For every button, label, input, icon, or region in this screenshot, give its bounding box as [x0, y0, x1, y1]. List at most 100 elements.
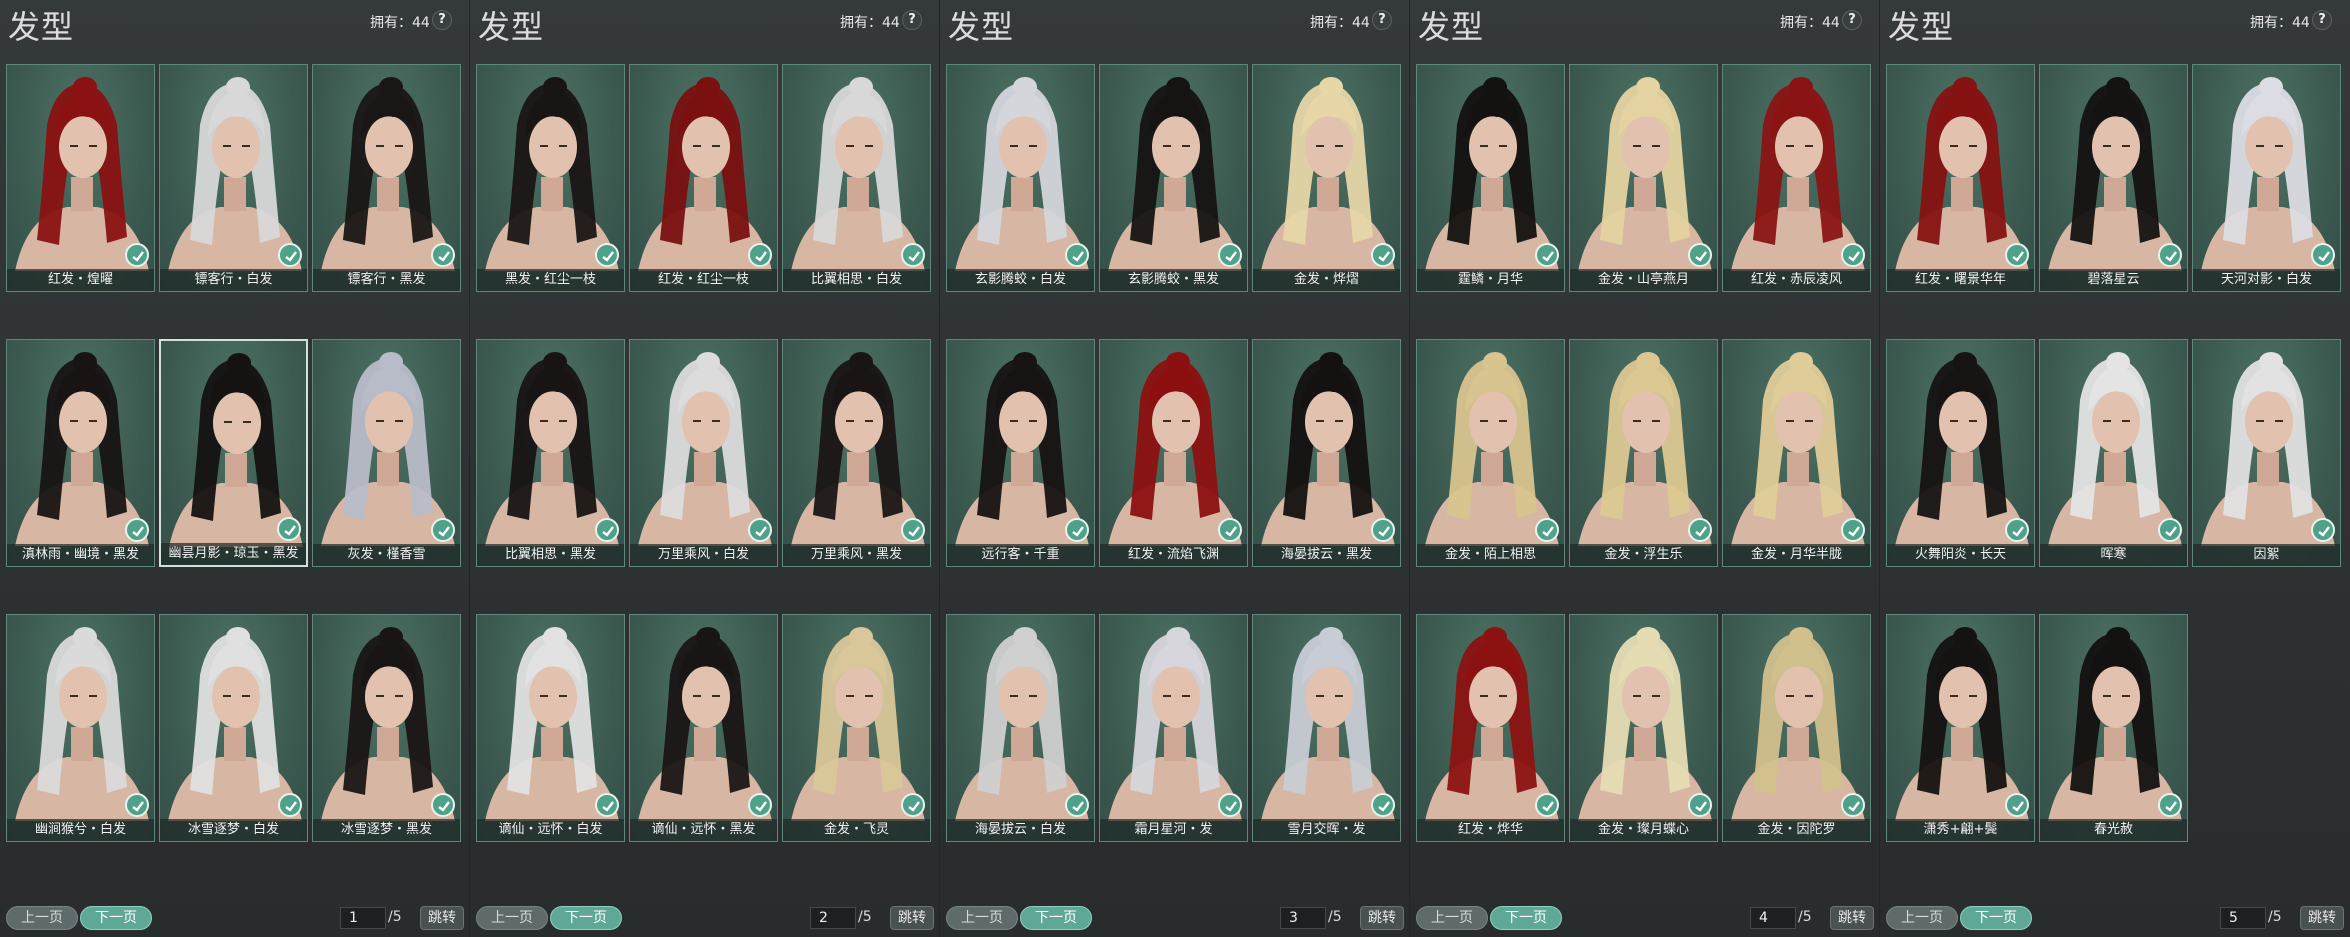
hairstyle-card[interactable]: 霆鳞・月华 [1416, 64, 1565, 292]
hairstyle-card[interactable]: 滇林雨・幽境・黑发 [6, 339, 155, 567]
hairstyle-card[interactable]: 金发・飞灵 [782, 614, 931, 842]
character-portrait [791, 627, 925, 821]
character-portrait [1108, 77, 1242, 271]
character-portrait [955, 77, 1089, 271]
hairstyle-card[interactable]: 潇秀+翩+鬓 [1886, 614, 2035, 842]
hairstyle-panel-page-3: 发型 拥有：44? 玄影腾蛟・白发 玄影腾蛟・黑发 金发・烨熠远行客・千重 红发・流焰飞渊… [940, 0, 1410, 937]
owned-check-icon [748, 793, 772, 817]
hairstyle-card[interactable]: 镖客行・白发 [159, 64, 308, 292]
hairstyle-card[interactable]: 镖客行・黑发 [312, 64, 461, 292]
jump-button[interactable]: 跳转 [2300, 906, 2344, 930]
character-portrait [1578, 77, 1712, 271]
next-page-button[interactable]: 下一页 [550, 906, 622, 930]
help-button[interactable]: ? [1842, 10, 1862, 30]
page-total: /5 [1798, 909, 1812, 925]
hairstyle-name: 金发・浮生乐 [1570, 544, 1717, 566]
hairstyle-name: 金发・璨月蝶心 [1570, 819, 1717, 841]
page-number-input[interactable]: 3 [1280, 907, 1326, 929]
next-page-button[interactable]: 下一页 [80, 906, 152, 930]
hairstyle-card[interactable]: 金发・山亭燕月 [1569, 64, 1718, 292]
hairstyle-card[interactable]: 黑发・红尘一枝 [476, 64, 625, 292]
hairstyle-name: 滇林雨・幽境・黑发 [7, 544, 154, 566]
character-portrait [1425, 627, 1559, 821]
hairstyle-card[interactable]: 万里乘风・黑发 [782, 339, 931, 567]
prev-page-button[interactable]: 上一页 [6, 906, 78, 930]
character-portrait [485, 352, 619, 546]
hairstyle-card[interactable]: 万里乘风・白发 [629, 339, 778, 567]
hairstyle-name: 金发・烨熠 [1253, 269, 1400, 291]
hairstyle-card[interactable]: 冰雪逐梦・黑发 [312, 614, 461, 842]
hairstyle-card[interactable]: 比翼相思・白发 [782, 64, 931, 292]
hairstyle-card[interactable]: 冰雪逐梦・白发 [159, 614, 308, 842]
hairstyle-card[interactable]: 比翼相思・黑发 [476, 339, 625, 567]
prev-page-button[interactable]: 上一页 [476, 906, 548, 930]
page-number-input[interactable]: 2 [810, 907, 856, 929]
next-page-button[interactable]: 下一页 [1490, 906, 1562, 930]
hairstyle-name: 谪仙・远怀・白发 [477, 819, 624, 841]
hairstyle-card[interactable]: 幽涧猴兮・白发 [6, 614, 155, 842]
hairstyle-card[interactable]: 红发・曙景华年 [1886, 64, 2035, 292]
page-total: /5 [388, 909, 402, 925]
character-portrait [1731, 627, 1865, 821]
page-number-input[interactable]: 5 [2220, 907, 2266, 929]
hairstyle-card[interactable]: 远行客・千重 [946, 339, 1095, 567]
page-number-input[interactable]: 4 [1750, 907, 1796, 929]
hairstyle-card[interactable]: 红发・赤辰凌风 [1722, 64, 1871, 292]
hairstyle-card[interactable]: 因絮 [2192, 339, 2341, 567]
hairstyle-card[interactable]: 海晏拔云・黑发 [1252, 339, 1401, 567]
help-button[interactable]: ? [432, 10, 452, 30]
hairstyle-card[interactable]: 霜月星河・发 [1099, 614, 1248, 842]
owned-check-icon [1065, 793, 1089, 817]
hairstyle-card[interactable]: 火舞阳炎・长天 [1886, 339, 2035, 567]
panel-title: 发型 [948, 8, 1015, 46]
help-button[interactable]: ? [902, 10, 922, 30]
page-number-input[interactable]: 1 [340, 907, 386, 929]
panel-title: 发型 [478, 8, 545, 46]
hairstyle-card[interactable]: 金发・烨熠 [1252, 64, 1401, 292]
help-button[interactable]: ? [2312, 10, 2332, 30]
owned-check-icon [431, 518, 455, 542]
hairstyle-card[interactable]: 金发・陌上相思 [1416, 339, 1565, 567]
prev-page-button[interactable]: 上一页 [1416, 906, 1488, 930]
hairstyle-card[interactable]: 玄影腾蛟・黑发 [1099, 64, 1248, 292]
hairstyle-card[interactable]: 红发・煌曜 [6, 64, 155, 292]
owned-check-icon [1535, 793, 1559, 817]
next-page-button[interactable]: 下一页 [1020, 906, 1092, 930]
hairstyle-card[interactable]: 灰发・槿香雪 [312, 339, 461, 567]
hairstyle-card[interactable]: 金发・浮生乐 [1569, 339, 1718, 567]
next-page-button[interactable]: 下一页 [1960, 906, 2032, 930]
hairstyle-name: 红发・烨华 [1417, 819, 1564, 841]
hairstyle-card[interactable]: 碧落星云 [2039, 64, 2188, 292]
hairstyle-card[interactable]: 晖寒 [2039, 339, 2188, 567]
hairstyle-card[interactable]: 海晏拔云・白发 [946, 614, 1095, 842]
hairstyle-card[interactable]: 春光赦 [2039, 614, 2188, 842]
hairstyle-card[interactable]: 金发・月华半胧 [1722, 339, 1871, 567]
owned-check-icon [2311, 518, 2335, 542]
hairstyle-card[interactable]: 雪月交晖・发 [1252, 614, 1401, 842]
owned-count: 拥有：44 [1310, 15, 1370, 31]
prev-page-button[interactable]: 上一页 [1886, 906, 1958, 930]
hairstyle-card[interactable]: 天河对影・白发 [2192, 64, 2341, 292]
prev-page-button[interactable]: 上一页 [946, 906, 1018, 930]
help-button[interactable]: ? [1372, 10, 1392, 30]
character-portrait [1731, 352, 1865, 546]
hairstyle-name: 红发・流焰飞渊 [1100, 544, 1247, 566]
hairstyle-card[interactable]: 金发・因陀罗 [1722, 614, 1871, 842]
hairstyle-name: 红发・煌曜 [7, 269, 154, 291]
hairstyle-card[interactable]: 红发・流焰飞渊 [1099, 339, 1248, 567]
character-portrait [169, 353, 303, 547]
jump-button[interactable]: 跳转 [1830, 906, 1874, 930]
hairstyle-card[interactable]: 谪仙・远怀・白发 [476, 614, 625, 842]
jump-button[interactable]: 跳转 [890, 906, 934, 930]
character-portrait [1261, 77, 1395, 271]
hairstyle-card[interactable]: 红发・红尘一枝 [629, 64, 778, 292]
hairstyle-card[interactable]: 谪仙・远怀・黑发 [629, 614, 778, 842]
hairstyle-card[interactable]: 金发・璨月蝶心 [1569, 614, 1718, 842]
jump-button[interactable]: 跳转 [1360, 906, 1404, 930]
owned-check-icon [1841, 243, 1865, 267]
jump-button[interactable]: 跳转 [420, 906, 464, 930]
hairstyle-card[interactable]: 幽昙月影・琼玉・黑发 [159, 339, 308, 567]
hairstyle-card[interactable]: 红发・烨华 [1416, 614, 1565, 842]
hairstyle-card[interactable]: 玄影腾蛟・白发 [946, 64, 1095, 292]
owned-check-icon [1218, 793, 1242, 817]
